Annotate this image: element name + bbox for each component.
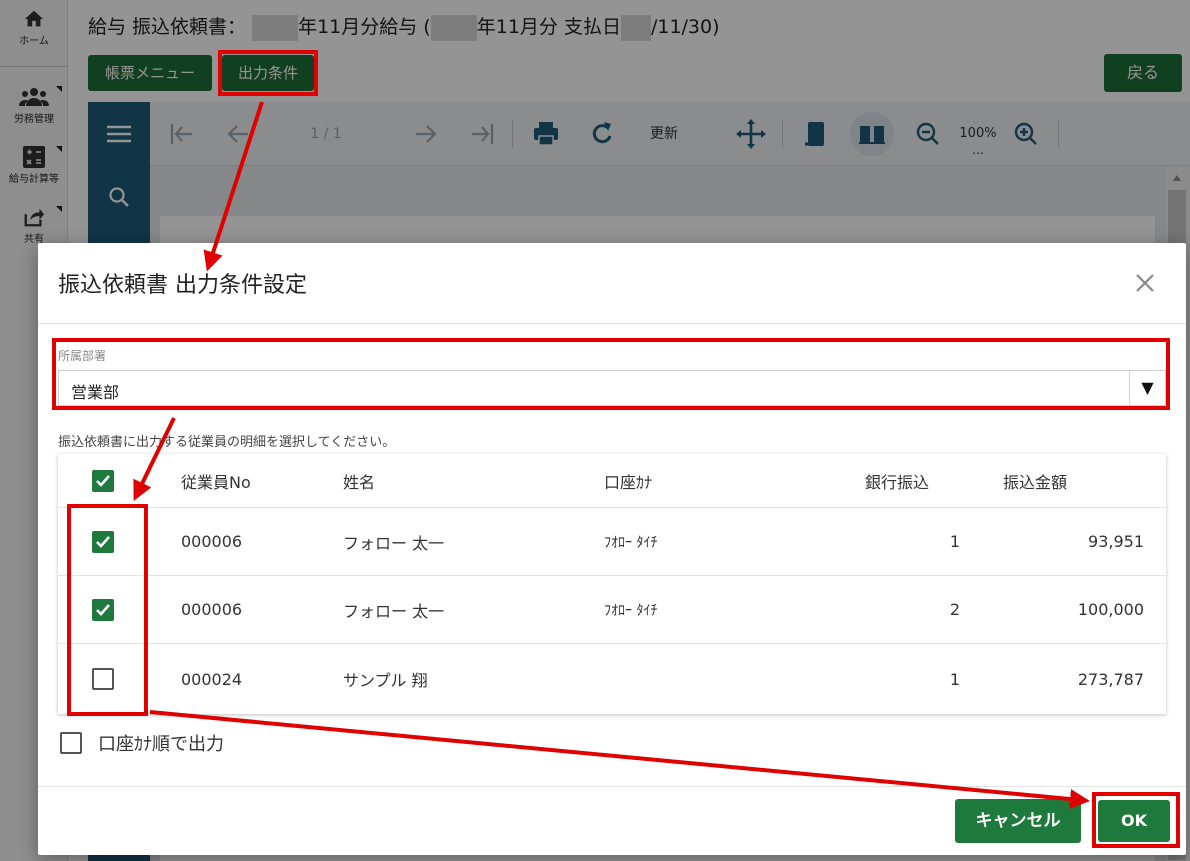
instruction-text: 振込依頼書に出力する従業員の明細を選択してください。 xyxy=(58,435,396,450)
close-icon[interactable] xyxy=(1132,270,1158,296)
table-row[interactable]: 000024 サンプル 翔 1 273,787 xyxy=(58,644,1166,714)
department-select[interactable]: 営業部 ▼ xyxy=(58,370,1166,406)
kana-order-label: 口座ｶﾅ順で出力 xyxy=(98,734,224,755)
select-all-cell xyxy=(92,454,120,507)
employee-no: 000006 xyxy=(181,532,243,551)
employee-no: 000006 xyxy=(181,600,243,619)
transfer-amount: 93,951 xyxy=(1088,532,1144,551)
employee-name: フォロー 太一 xyxy=(343,601,445,621)
transfer-amount: 100,000 xyxy=(1077,600,1144,619)
kana-order-checkbox[interactable] xyxy=(60,732,82,754)
employee-name: フォロー 太一 xyxy=(343,533,445,553)
row-select-cell xyxy=(92,576,120,643)
column-header-kana[interactable]: 口座ｶﾅ xyxy=(604,454,652,507)
account-kana: ﾌｵﾛｰ ﾀｲﾁ xyxy=(604,602,658,619)
select-all-checkbox[interactable] xyxy=(92,469,114,492)
row-select-cell xyxy=(92,644,120,714)
bank-transfer: 1 xyxy=(949,532,960,551)
employee-name: サンプル 翔 xyxy=(343,671,428,690)
column-header-name[interactable]: 姓名 xyxy=(343,454,375,507)
column-header-employee-no[interactable]: 従業員No xyxy=(181,454,251,507)
dialog-footer: キャンセル OK xyxy=(38,786,1186,855)
ok-button[interactable]: OK xyxy=(1098,800,1170,842)
cancel-button[interactable]: キャンセル xyxy=(955,799,1081,843)
dropdown-arrow-icon[interactable]: ▼ xyxy=(1129,371,1165,405)
transfer-amount: 273,787 xyxy=(1077,669,1144,689)
row-checkbox[interactable] xyxy=(92,530,114,553)
row-checkbox[interactable] xyxy=(92,668,114,690)
department-label: 所属部署 xyxy=(58,349,107,363)
kana-order-option[interactable]: 口座ｶﾅ順で出力 xyxy=(60,730,224,756)
account-kana: ﾌｵﾛｰ ﾀｲﾁ xyxy=(604,534,658,551)
output-condition-dialog: 振込依頼書 出力条件設定 所属部署 営業部 ▼ 振込依頼書に出力する従業員の明細… xyxy=(38,243,1186,855)
bank-transfer: 2 xyxy=(949,600,960,619)
dialog-header: 振込依頼書 出力条件設定 xyxy=(38,243,1186,324)
row-select-cell xyxy=(92,508,120,575)
table-header-row: 従業員No 姓名 口座ｶﾅ 銀行振込 振込金額 xyxy=(58,454,1166,508)
column-header-bank-transfer[interactable]: 銀行振込 xyxy=(865,454,929,507)
employee-table: 従業員No 姓名 口座ｶﾅ 銀行振込 振込金額 000006 フォロー 太一 ﾌ… xyxy=(58,454,1166,714)
department-value: 営業部 xyxy=(71,383,120,402)
bank-transfer: 1 xyxy=(949,669,960,689)
row-checkbox[interactable] xyxy=(92,598,114,621)
column-header-amount[interactable]: 振込金額 xyxy=(1003,454,1144,507)
table-row[interactable]: 000006 フォロー 太一 ﾌｵﾛｰ ﾀｲﾁ 2 100,000 xyxy=(58,576,1166,644)
employee-no: 000024 xyxy=(181,669,243,689)
dialog-title: 振込依頼書 出力条件設定 xyxy=(58,273,307,298)
table-row[interactable]: 000006 フォロー 太一 ﾌｵﾛｰ ﾀｲﾁ 1 93,951 xyxy=(58,508,1166,576)
